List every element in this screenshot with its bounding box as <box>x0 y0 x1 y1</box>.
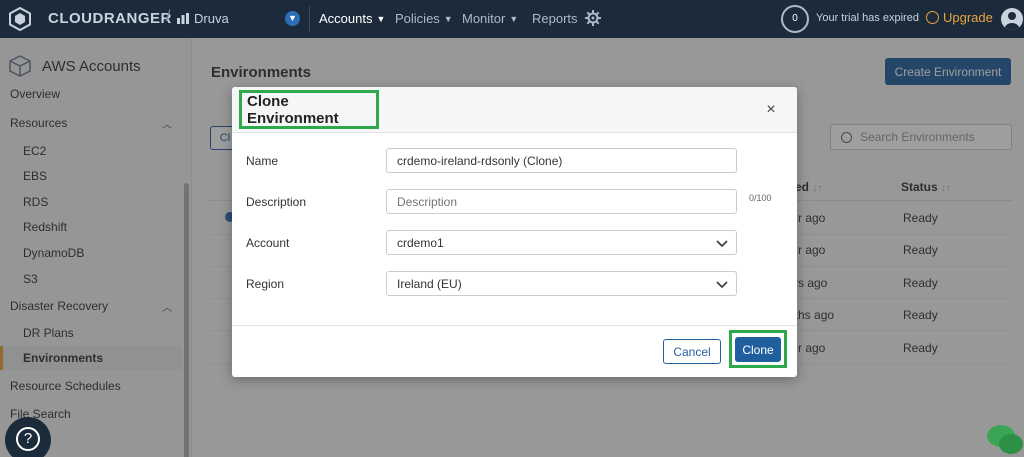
chevron-down-icon <box>716 239 728 247</box>
clone-environment-dialog: Clone Environment × Name crdemo-ireland-… <box>232 87 797 377</box>
chevron-down-icon: ▼ <box>443 13 453 24</box>
gear-icon[interactable] <box>585 10 601 26</box>
dialog-footer-divider <box>232 325 797 326</box>
dialog-header: Clone Environment × <box>232 87 797 133</box>
account-select-value: crdemo1 <box>397 235 444 250</box>
region-select[interactable]: Ireland (EU) <box>386 271 737 296</box>
dialog-title-highlight: Clone Environment <box>239 90 379 129</box>
chevron-down-icon: ▼ <box>376 13 386 24</box>
brand-separator: / <box>166 8 171 25</box>
clone-button-highlight: Clone <box>729 330 787 368</box>
brand-name[interactable]: CLOUDRANGER <box>48 10 172 27</box>
upgrade-icon <box>926 11 939 24</box>
account-label: Account <box>246 236 290 250</box>
region-label: Region <box>246 277 285 291</box>
org-name[interactable]: Druva <box>194 11 229 26</box>
nav-policies-label: Policies <box>395 11 440 26</box>
dialog-title: Clone Environment <box>247 92 339 127</box>
nav-accounts-label: Accounts <box>319 11 373 26</box>
account-select[interactable]: crdemo1 <box>386 230 737 255</box>
upgrade-label: Upgrade <box>943 10 993 25</box>
nav-monitor-label: Monitor <box>462 11 506 26</box>
nav-reports[interactable]: Reports <box>532 11 578 26</box>
nav-policies[interactable]: Policies ▼ <box>395 11 453 26</box>
description-field[interactable] <box>386 189 737 214</box>
help-button[interactable]: ? <box>5 417 51 457</box>
org-chart-icon <box>177 13 189 24</box>
region-select-value: Ireland (EU) <box>397 276 462 291</box>
upgrade-link[interactable]: Upgrade <box>926 10 993 25</box>
description-label: Description <box>246 195 307 209</box>
nav-divider <box>309 6 310 32</box>
org-switch-chevron-icon[interactable]: ▼ <box>285 11 300 26</box>
nav-accounts[interactable]: Accounts ▼ <box>319 11 385 26</box>
close-icon[interactable]: × <box>763 102 779 118</box>
chevron-down-icon: ▼ <box>509 13 519 24</box>
clone-button[interactable]: Clone <box>735 337 781 362</box>
cancel-button[interactable]: Cancel <box>663 339 721 364</box>
name-label: Name <box>246 154 279 168</box>
trial-days-badge[interactable]: 0 <box>781 5 809 33</box>
name-field-value: crdemo-ireland-rdsonly (Clone) <box>397 153 563 168</box>
trial-status-text: Your trial has expired <box>816 12 919 24</box>
name-field[interactable]: crdemo-ireland-rdsonly (Clone) <box>386 148 737 173</box>
user-icon <box>1005 12 1019 30</box>
cloudranger-logo-icon[interactable] <box>8 7 32 31</box>
top-navbar: CLOUDRANGER / Druva ▼ Accounts ▼ Policie… <box>0 0 1024 38</box>
nav-monitor[interactable]: Monitor ▼ <box>462 11 518 26</box>
avatar[interactable] <box>1001 8 1023 30</box>
question-icon: ? <box>16 427 40 451</box>
description-char-counter: 0/100 <box>749 193 772 203</box>
chat-icon[interactable] <box>985 422 1024 457</box>
chevron-down-icon <box>716 280 728 288</box>
nav-reports-label: Reports <box>532 11 578 26</box>
